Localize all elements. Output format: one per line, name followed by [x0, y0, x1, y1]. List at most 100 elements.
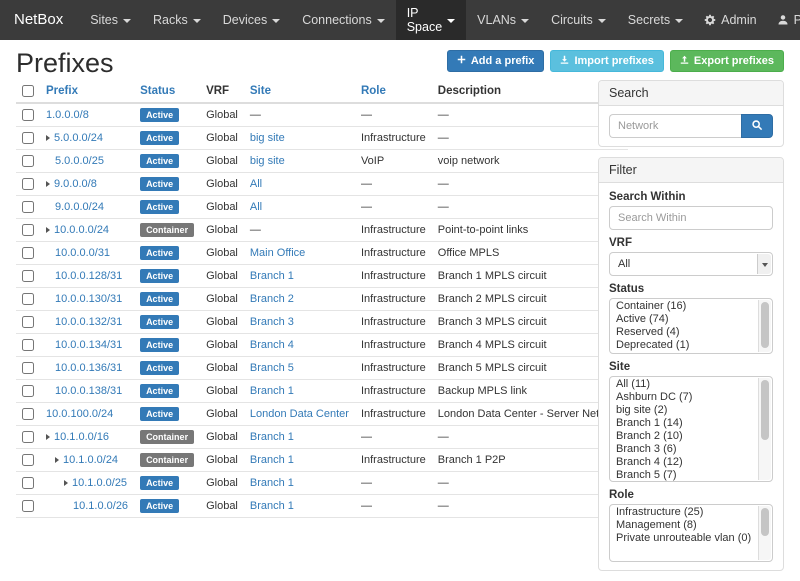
search-within-input[interactable]: [609, 206, 773, 230]
prefix-link[interactable]: 10.1.0.0/24: [63, 454, 118, 466]
column-header-site[interactable]: Site: [244, 80, 355, 103]
role-listbox[interactable]: Infrastructure (25)Management (8)Private…: [609, 504, 773, 562]
nav-item-connections[interactable]: Connections: [291, 0, 396, 40]
brand-logo[interactable]: NetBox: [14, 0, 63, 40]
listbox-option[interactable]: Reserved (4): [610, 326, 756, 339]
listbox-option[interactable]: Infrastructure (25): [610, 506, 756, 519]
listbox-option[interactable]: Management (8): [610, 519, 756, 532]
nav-item-ip-space[interactable]: IP Space: [396, 0, 466, 40]
site-link[interactable]: Branch 1: [250, 385, 294, 397]
row-checkbox[interactable]: [22, 201, 34, 213]
row-checkbox[interactable]: [22, 155, 34, 167]
row-checkbox[interactable]: [22, 109, 34, 121]
listbox-option[interactable]: Branch 1 (14): [610, 417, 756, 430]
nav-item-secrets[interactable]: Secrets: [617, 0, 694, 40]
add-prefix-button[interactable]: Add a prefix: [447, 50, 545, 72]
listbox-option[interactable]: Branch 5 (7): [610, 469, 756, 482]
export-prefixes-button[interactable]: Export prefixes: [670, 50, 784, 72]
prefix-link[interactable]: 10.0.0.138/31: [55, 385, 122, 397]
search-button[interactable]: [741, 114, 773, 138]
row-checkbox[interactable]: [22, 270, 34, 282]
row-checkbox[interactable]: [22, 293, 34, 305]
search-input[interactable]: [609, 114, 741, 138]
listbox-option[interactable]: All (11): [610, 378, 756, 391]
row-checkbox[interactable]: [22, 477, 34, 489]
role-scrollbar[interactable]: [758, 506, 771, 560]
nav-item-vlans[interactable]: VLANs: [466, 0, 540, 40]
site-link[interactable]: Main Office: [250, 247, 305, 259]
site-link[interactable]: Branch 2: [250, 293, 294, 305]
prefix-link[interactable]: 10.0.0.128/31: [55, 270, 122, 282]
vrf-select[interactable]: All: [609, 252, 773, 276]
prefix-link[interactable]: 5.0.0.0/24: [54, 132, 103, 144]
prefix-link[interactable]: 10.0.0.132/31: [55, 316, 122, 328]
prefix-link[interactable]: 9.0.0.0/8: [54, 178, 97, 190]
nav-item-sites[interactable]: Sites: [79, 0, 142, 40]
row-checkbox[interactable]: [22, 408, 34, 420]
profile-link[interactable]: Profile: [767, 0, 800, 40]
site-link[interactable]: London Data Center: [250, 408, 349, 420]
row-checkbox[interactable]: [22, 431, 34, 443]
site-listbox[interactable]: All (11)Ashburn DC (7)big site (2)Branch…: [609, 376, 773, 482]
listbox-option[interactable]: Branch 3 (6): [610, 443, 756, 456]
site-link[interactable]: All: [250, 178, 262, 190]
nav-item-racks[interactable]: Racks: [142, 0, 212, 40]
select-all-checkbox[interactable]: [22, 85, 34, 97]
prefix-link[interactable]: 5.0.0.0/25: [55, 155, 104, 167]
prefix-link[interactable]: 10.0.0.0/31: [55, 247, 110, 259]
prefix-link[interactable]: 10.0.0.134/31: [55, 339, 122, 351]
row-checkbox[interactable]: [22, 385, 34, 397]
prefix-link[interactable]: 10.0.0.0/24: [54, 224, 109, 236]
site-link[interactable]: big site: [250, 132, 285, 144]
site-link[interactable]: Branch 1: [250, 454, 294, 466]
row-checkbox[interactable]: [22, 500, 34, 512]
chevron-down-icon: [757, 254, 771, 274]
prefix-link[interactable]: 10.0.100.0/24: [46, 408, 113, 420]
import-prefixes-button[interactable]: Import prefixes: [550, 50, 663, 72]
scrollbar-thumb[interactable]: [761, 508, 769, 536]
row-checkbox[interactable]: [22, 132, 34, 144]
column-header-role[interactable]: Role: [355, 80, 432, 103]
site-link[interactable]: Branch 1: [250, 500, 294, 512]
row-checkbox[interactable]: [22, 362, 34, 374]
listbox-option[interactable]: Ashburn DC (7): [610, 391, 756, 404]
site-link[interactable]: Branch 1: [250, 270, 294, 282]
listbox-option[interactable]: Private unrouteable vlan (0): [610, 532, 756, 545]
scrollbar-thumb[interactable]: [761, 380, 769, 440]
listbox-option[interactable]: Branch 2 (10): [610, 430, 756, 443]
status-scrollbar[interactable]: [758, 300, 771, 352]
listbox-option[interactable]: big site (2): [610, 404, 756, 417]
site-link[interactable]: big site: [250, 155, 285, 167]
site-link[interactable]: Branch 3: [250, 316, 294, 328]
row-checkbox[interactable]: [22, 339, 34, 351]
site-link[interactable]: Branch 5: [250, 362, 294, 374]
site-link[interactable]: Branch 1: [250, 431, 294, 443]
nav-item-circuits[interactable]: Circuits: [540, 0, 617, 40]
row-checkbox[interactable]: [22, 178, 34, 190]
prefix-link[interactable]: 9.0.0.0/24: [55, 201, 104, 213]
listbox-option[interactable]: Deprecated (1): [610, 339, 756, 352]
site-link[interactable]: Branch 4: [250, 339, 294, 351]
listbox-option[interactable]: Active (74): [610, 313, 756, 326]
prefix-link[interactable]: 1.0.0.0/8: [46, 109, 89, 121]
prefix-link[interactable]: 10.1.0.0/25: [72, 477, 127, 489]
prefix-link[interactable]: 10.1.0.0/16: [54, 431, 109, 443]
row-checkbox[interactable]: [22, 247, 34, 259]
nav-item-devices[interactable]: Devices: [212, 0, 291, 40]
row-checkbox[interactable]: [22, 316, 34, 328]
prefix-link[interactable]: 10.1.0.0/26: [73, 500, 128, 512]
column-header-status[interactable]: Status: [134, 80, 200, 103]
site-link[interactable]: All: [250, 201, 262, 213]
status-listbox[interactable]: Container (16)Active (74)Reserved (4)Dep…: [609, 298, 773, 354]
listbox-option[interactable]: Branch 4 (12): [610, 456, 756, 469]
site-link[interactable]: Branch 1: [250, 477, 294, 489]
scrollbar-thumb[interactable]: [761, 302, 769, 348]
site-scrollbar[interactable]: [758, 378, 771, 480]
prefix-link[interactable]: 10.0.0.130/31: [55, 293, 122, 305]
prefix-link[interactable]: 10.0.0.136/31: [55, 362, 122, 374]
admin-link[interactable]: Admin: [694, 0, 766, 40]
column-header-prefix[interactable]: Prefix: [40, 80, 134, 103]
row-checkbox[interactable]: [22, 224, 34, 236]
listbox-option[interactable]: Container (16): [610, 300, 756, 313]
row-checkbox[interactable]: [22, 454, 34, 466]
